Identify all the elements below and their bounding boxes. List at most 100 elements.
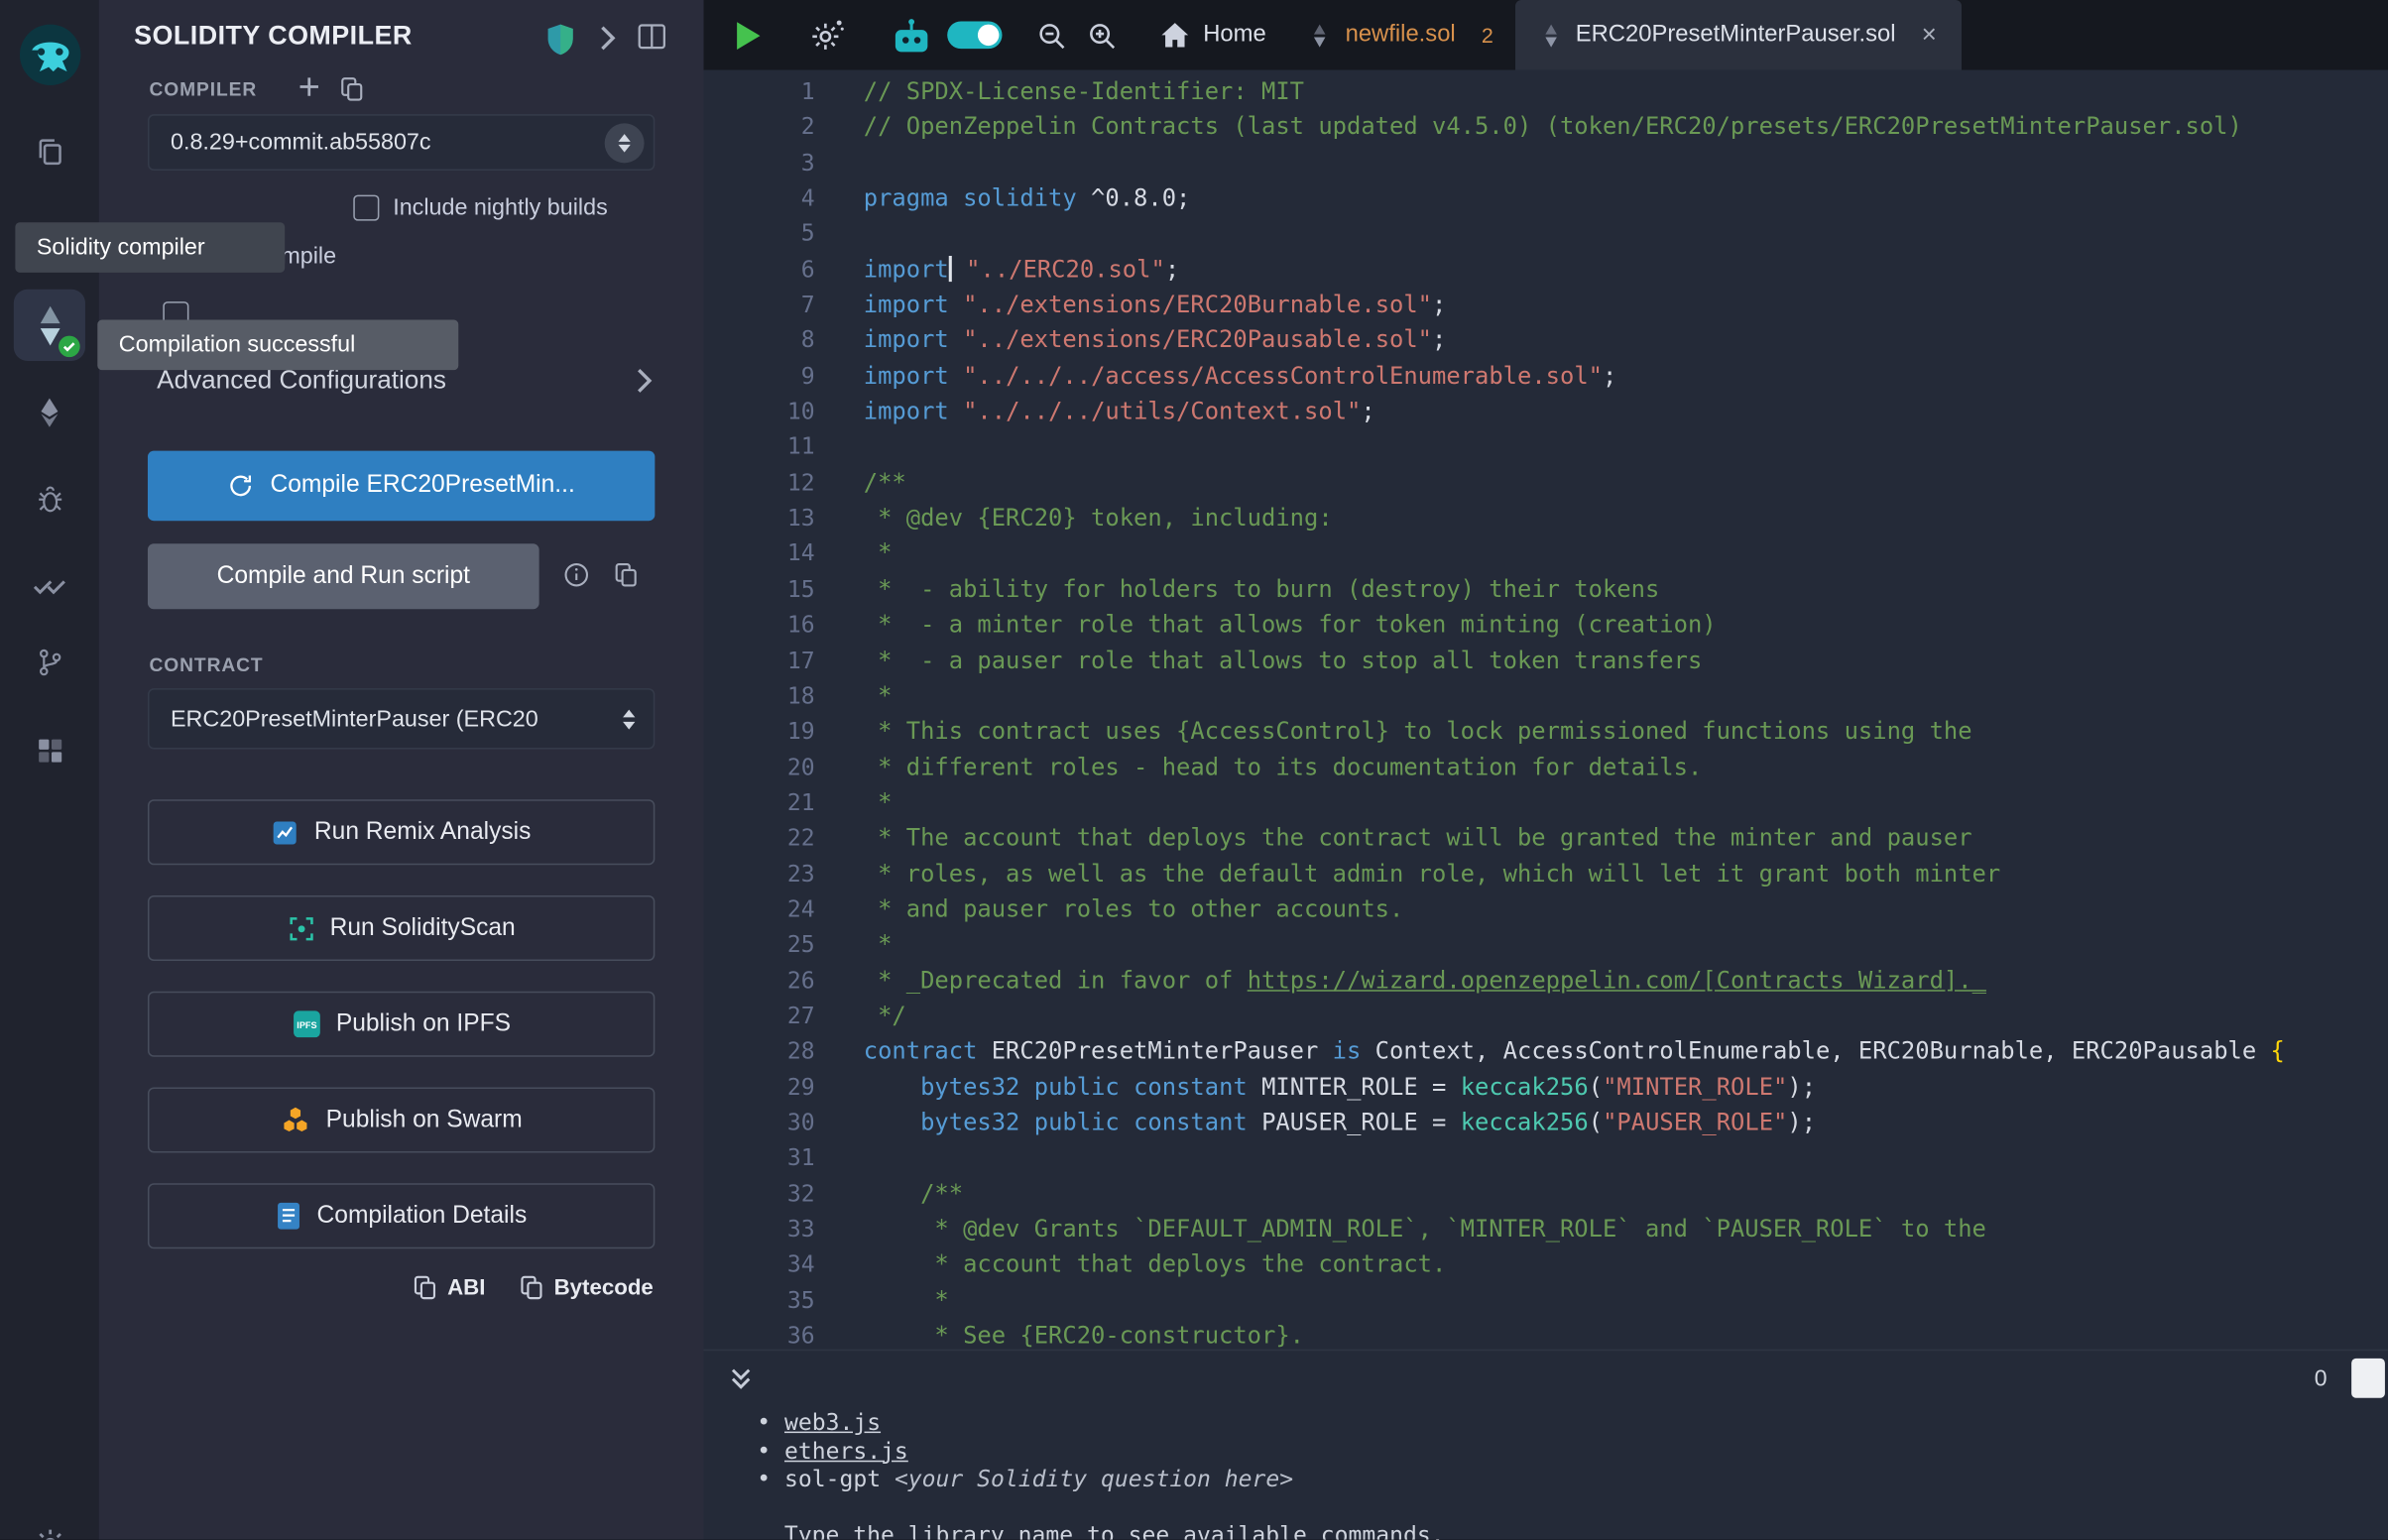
ipfs-icon: IPFS bbox=[292, 1009, 320, 1038]
line-number: 36 bbox=[703, 1319, 814, 1350]
code-line-16: 16 * - a minter role that allows for tok… bbox=[703, 608, 2387, 644]
line-number: 34 bbox=[703, 1247, 814, 1283]
code-text: * bbox=[815, 785, 893, 821]
solidityscan-icon bbox=[288, 914, 315, 942]
tab-newfile-sol[interactable]: newfile.sol2 bbox=[1287, 0, 1514, 70]
compile-and-run-button[interactable]: Compile and Run script bbox=[148, 543, 539, 609]
ai-assistant-robot-icon[interactable] bbox=[891, 16, 931, 54]
rail-static-analysis[interactable] bbox=[0, 549, 99, 621]
line-number: 17 bbox=[703, 644, 814, 679]
rail-file-explorer[interactable] bbox=[0, 116, 99, 187]
code-editor[interactable]: 1// SPDX-License-Identifier: MIT2// Open… bbox=[703, 70, 2387, 1350]
line-number: 13 bbox=[703, 501, 814, 536]
code-text: import "../ERC20.sol"; bbox=[815, 252, 1180, 288]
code-text: bytes32 public constant PAUSER_ROLE = ke… bbox=[815, 1106, 1816, 1141]
abi-copy-button[interactable]: ABI bbox=[413, 1274, 486, 1300]
copy-script-icon[interactable] bbox=[614, 562, 639, 588]
close-icon[interactable]: × bbox=[1922, 20, 1937, 51]
code-link[interactable]: https://wizard.openzeppelin.com/[Contrac… bbox=[1248, 967, 1986, 995]
include-nightly-checkbox[interactable] bbox=[353, 195, 379, 221]
script-config-gear-icon[interactable] bbox=[808, 17, 845, 54]
svg-text:IPFS: IPFS bbox=[297, 1020, 316, 1030]
zoom-out-icon[interactable] bbox=[1035, 19, 1067, 51]
compiler-version-select[interactable]: 0.8.29+commit.ab55807c bbox=[148, 114, 655, 171]
publish-on-swarm-button[interactable]: Publish on Swarm bbox=[148, 1087, 655, 1152]
tooltip-compilation-successful: Compilation successful bbox=[97, 319, 458, 370]
include-nightly-label: Include nightly builds bbox=[393, 195, 608, 221]
code-text: contract ERC20PresetMinterPauser is Cont… bbox=[815, 1034, 2285, 1070]
copy-compiler-icon[interactable] bbox=[339, 76, 364, 102]
panel-footer: ABI Bytecode bbox=[413, 1274, 654, 1300]
code-line-4: 4pragma solidity ^0.8.0; bbox=[703, 181, 2387, 217]
tabs: Homenewfile.sol2ERC20PresetMinterPauser.… bbox=[1139, 0, 1962, 70]
rail-git[interactable] bbox=[0, 626, 99, 697]
publish-on-ipfs-button[interactable]: IPFS Publish on IPFS bbox=[148, 992, 655, 1057]
compilation-details-button[interactable]: Compilation Details bbox=[148, 1183, 655, 1248]
code-line-7: 7import "../extensions/ERC20Burnable.sol… bbox=[703, 288, 2387, 323]
line-number: 29 bbox=[703, 1070, 814, 1106]
code-line-1: 1// SPDX-License-Identifier: MIT bbox=[703, 74, 2387, 110]
rail-plugin-manager[interactable] bbox=[0, 714, 99, 785]
terminal-search-input[interactable] bbox=[2351, 1359, 2385, 1398]
compile-success-badge-icon bbox=[58, 335, 80, 358]
line-number: 20 bbox=[703, 750, 814, 785]
code-line-11: 11 bbox=[703, 430, 2387, 466]
line-number: 10 bbox=[703, 395, 814, 430]
rail-remix-logo bbox=[0, 18, 99, 89]
button-label: Compilation Details bbox=[317, 1202, 528, 1230]
line-number: 6 bbox=[703, 252, 814, 288]
terminal-link[interactable]: ethers.js bbox=[784, 1437, 908, 1465]
code-line-30: 30 bytes32 public constant PAUSER_ROLE =… bbox=[703, 1106, 2387, 1141]
chevron-right-icon[interactable] bbox=[599, 25, 617, 53]
contract-stepper-icon[interactable] bbox=[623, 709, 635, 729]
code-text: * and pauser roles to other accounts. bbox=[815, 892, 1404, 928]
compile-button[interactable]: Compile ERC20PresetMin... bbox=[148, 451, 655, 522]
code-line-25: 25 * bbox=[703, 928, 2387, 964]
solidity-file-icon bbox=[1309, 22, 1332, 48]
code-text: * different roles - head to its document… bbox=[815, 750, 1703, 785]
add-compiler-icon[interactable] bbox=[297, 74, 321, 99]
button-label: Publish on Swarm bbox=[326, 1107, 523, 1134]
version-stepper-icon[interactable] bbox=[605, 123, 645, 163]
run-solidityscan-button[interactable]: Run SolidityScan bbox=[148, 895, 655, 961]
details-icon bbox=[276, 1202, 301, 1231]
copy-icon bbox=[413, 1274, 437, 1300]
code-line-28: 28contract ERC20PresetMinterPauser is Co… bbox=[703, 1034, 2387, 1070]
info-icon[interactable] bbox=[563, 562, 589, 588]
line-number: 21 bbox=[703, 785, 814, 821]
rail-debugger[interactable] bbox=[0, 463, 99, 534]
panel-layout-icon[interactable] bbox=[637, 23, 667, 51]
code-text: pragma solidity ^0.8.0; bbox=[815, 181, 1191, 217]
line-number: 3 bbox=[703, 146, 814, 181]
run-remix-analysis-button[interactable]: Run Remix Analysis bbox=[148, 799, 655, 865]
ai-assistant-toggle[interactable] bbox=[947, 21, 1002, 49]
compiler-actions: Run Remix Analysis Run SolidityScan IPFS Pu… bbox=[148, 799, 655, 1279]
terminal-link[interactable]: web3.js bbox=[784, 1409, 881, 1437]
gear-icon bbox=[31, 1525, 67, 1540]
bytecode-copy-button[interactable]: Bytecode bbox=[519, 1274, 654, 1300]
code-text: * - a pauser role that allows to stop al… bbox=[815, 644, 1703, 679]
rail-deploy-run[interactable] bbox=[0, 376, 99, 447]
advanced-config-chevron-icon[interactable] bbox=[635, 367, 653, 395]
code-line-18: 18 * bbox=[703, 679, 2387, 715]
terminal-panel: 0 • web3.js• ethers.js• sol-gpt <your So… bbox=[703, 1350, 2387, 1540]
code-text: * bbox=[815, 928, 893, 964]
code-line-2: 2// OpenZeppelin Contracts (last updated… bbox=[703, 110, 2387, 146]
code-line-24: 24 * and pauser roles to other accounts. bbox=[703, 892, 2387, 928]
remix-logo-icon bbox=[16, 21, 83, 88]
code-line-31: 31 bbox=[703, 1141, 2387, 1177]
rail-settings[interactable] bbox=[0, 1507, 99, 1539]
rail-solidity-compiler[interactable] bbox=[14, 290, 85, 361]
run-script-play-button[interactable] bbox=[734, 19, 763, 51]
terminal-expand-icon[interactable] bbox=[728, 1365, 754, 1391]
button-label: Publish on IPFS bbox=[336, 1010, 511, 1038]
zoom-in-icon[interactable] bbox=[1086, 19, 1118, 51]
bullet: • bbox=[757, 1437, 784, 1465]
contract-section-label: CONTRACT bbox=[149, 654, 263, 675]
tab-home[interactable]: Home bbox=[1139, 0, 1288, 70]
tab-erc20presetminterpauser-sol[interactable]: ERC20PresetMinterPauser.sol × bbox=[1514, 0, 1961, 70]
code-text bbox=[815, 430, 864, 466]
contract-select[interactable]: ERC20PresetMinterPauser (ERC20 bbox=[148, 688, 655, 749]
tab-label: ERC20PresetMinterPauser.sol bbox=[1576, 21, 1896, 49]
line-number: 8 bbox=[703, 323, 814, 359]
